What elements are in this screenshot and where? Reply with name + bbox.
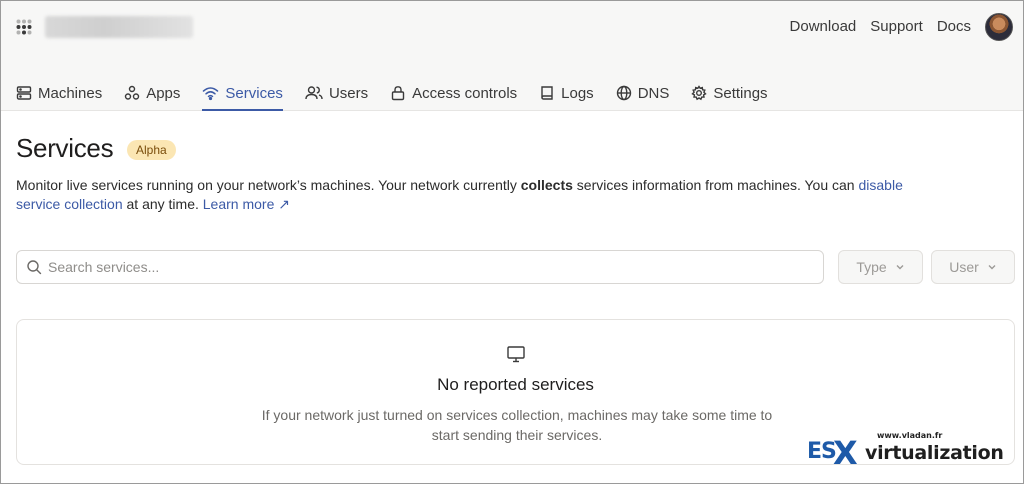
type-filter-label: Type — [856, 259, 887, 275]
search-icon — [27, 260, 42, 275]
watermark-x: X — [833, 434, 858, 472]
user-filter-label: User — [949, 259, 979, 275]
book-icon — [541, 86, 553, 100]
tab-users[interactable]: Users — [305, 75, 368, 111]
lock-icon — [391, 86, 405, 101]
desc-text: services information from machines. You … — [572, 177, 859, 193]
monitor-icon — [507, 346, 525, 363]
tab-label: Services — [225, 84, 283, 102]
top-header: v Download Support Docs Machines Apps — [1, 1, 1023, 111]
tab-apps[interactable]: Apps — [124, 75, 180, 111]
page-title: Services — [16, 133, 114, 163]
learn-more-link[interactable]: Learn more ↗ — [203, 196, 290, 212]
wifi-icon — [203, 87, 219, 101]
user-avatar[interactable] — [985, 13, 1013, 41]
tab-label: Machines — [38, 84, 103, 102]
tab-machines[interactable]: Machines — [16, 75, 102, 111]
server-icon — [16, 86, 32, 100]
search-box[interactable] — [16, 250, 824, 284]
watermark-url: www.vladan.fr — [877, 431, 943, 440]
globe-icon — [616, 85, 631, 101]
tab-label: Users — [328, 84, 369, 102]
alpha-badge: Alpha — [127, 140, 176, 160]
gear-icon — [691, 85, 707, 101]
tab-dns[interactable]: DNS — [616, 75, 670, 111]
page-description: Monitor live services running on your ne… — [16, 176, 946, 214]
watermark-es: ES — [807, 439, 837, 464]
empty-state-title: No reported services — [437, 375, 594, 394]
desc-text: at any time. — [122, 196, 203, 212]
support-link[interactable]: Support — [870, 18, 923, 35]
tab-label: Logs — [561, 84, 594, 102]
search-input[interactable] — [48, 259, 808, 275]
esx-virtualization-watermark: www.vladan.fr ES X virtualization — [807, 431, 1013, 473]
watermark-text: virtualization — [865, 442, 1004, 464]
chevron-down-icon — [988, 265, 996, 270]
app-window: v Download Support Docs Machines Apps — [0, 0, 1024, 484]
desc-text: Monitor live services running on your ne… — [16, 177, 521, 193]
users-icon — [305, 86, 323, 100]
apps-icon — [125, 85, 140, 100]
empty-state-message: If your network just turned on services … — [261, 407, 773, 443]
tab-access-controls[interactable]: Access controls — [390, 75, 517, 111]
tab-logs[interactable]: Logs — [539, 75, 594, 111]
header-links: Download Support Docs — [790, 18, 971, 35]
chevron-down-icon — [896, 265, 904, 270]
tab-label: Access controls — [412, 84, 518, 102]
tailnet-name-blurred[interactable]: v — [45, 16, 193, 38]
desc-bold: collects — [520, 177, 573, 193]
tab-label: DNS — [637, 84, 670, 102]
tab-label: Settings — [713, 84, 768, 102]
user-filter-button[interactable]: User — [931, 250, 1015, 284]
type-filter-button[interactable]: Type — [838, 250, 923, 284]
tailscale-logo-icon[interactable] — [16, 19, 32, 35]
tab-settings[interactable]: Settings — [691, 75, 768, 111]
tab-label: Apps — [146, 84, 181, 102]
main-tabs: Machines Apps Services Users Access cont… — [16, 75, 790, 111]
docs-link[interactable]: Docs — [937, 18, 971, 35]
tab-services[interactable]: Services — [202, 75, 283, 111]
download-link[interactable]: Download — [790, 18, 857, 35]
